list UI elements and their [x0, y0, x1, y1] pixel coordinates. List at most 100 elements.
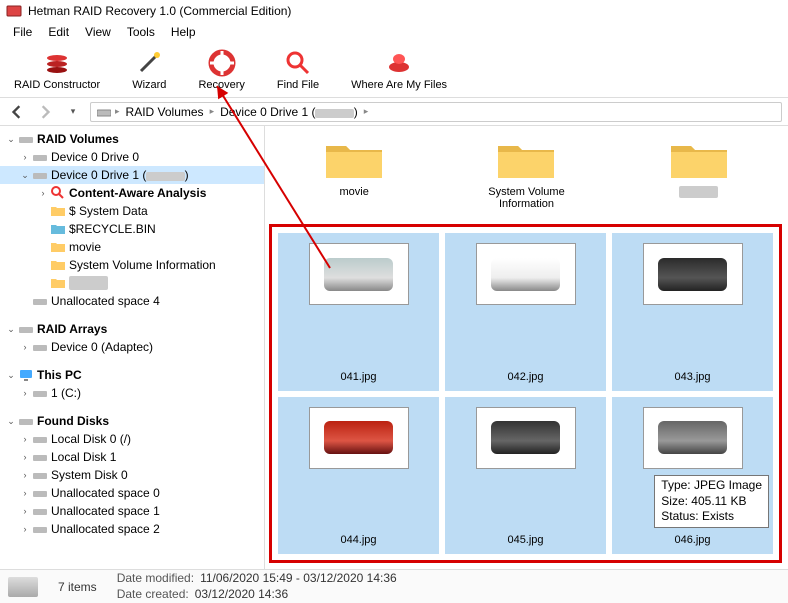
title-bar: Hetman RAID Recovery 1.0 (Commercial Edi… — [0, 0, 788, 22]
main-area: ⌄ RAID Volumes › Device 0 Drive 0 ⌄ Devi… — [0, 126, 788, 569]
chevron-right-icon[interactable]: › — [18, 388, 32, 398]
nav-history-dropdown[interactable]: ▾ — [62, 102, 84, 122]
thumbnail-041[interactable]: 041.jpg — [278, 233, 439, 391]
menu-help[interactable]: Help — [164, 23, 203, 41]
crumb-raid-volumes[interactable]: RAID Volumes — [124, 105, 206, 119]
image-thumbnail — [476, 243, 576, 305]
tree-system-data[interactable]: · $ System Data — [0, 202, 264, 220]
chevron-down-icon[interactable]: ⌄ — [18, 170, 32, 181]
nav-forward-button[interactable] — [34, 102, 56, 122]
tree-uas0[interactable]: ›Unallocated space 0 — [0, 484, 264, 502]
image-thumbnail — [643, 243, 743, 305]
folder-redacted[interactable] — [638, 136, 760, 210]
menu-view[interactable]: View — [78, 23, 118, 41]
tree-ld0[interactable]: › Local Disk 0 (/) — [0, 430, 264, 448]
tree-this-pc[interactable]: ⌄ This PC — [0, 366, 264, 384]
drive-icon — [32, 450, 47, 464]
chevron-right-icon[interactable]: › — [18, 342, 32, 352]
nav-back-button[interactable] — [6, 102, 28, 122]
chevron-right-icon[interactable]: › — [18, 524, 32, 534]
drive-icon — [32, 294, 47, 308]
chevron-right-icon[interactable]: › — [18, 152, 32, 162]
pc-icon — [18, 368, 33, 382]
menu-edit[interactable]: Edit — [41, 23, 76, 41]
crumb-device0drive1[interactable]: Device 0 Drive 1 ( ) — [218, 105, 360, 119]
tree-recycle[interactable]: · $RECYCLE.BIN — [0, 220, 264, 238]
tree-redacted-folder[interactable]: · — [0, 274, 264, 292]
folder-icon — [669, 136, 729, 182]
drive-icon — [32, 432, 47, 446]
chevron-right-icon[interactable]: › — [18, 470, 32, 480]
tree-uas1[interactable]: ›Unallocated space 1 — [0, 502, 264, 520]
tree-label: Found Disks — [37, 414, 109, 428]
tree-found-disks[interactable]: ⌄ Found Disks — [0, 412, 264, 430]
where-are-my-files-button[interactable]: Where Are My Files — [345, 47, 453, 93]
folder-icon — [50, 240, 65, 254]
menu-bar: File Edit View Tools Help — [0, 22, 788, 42]
drive-icon — [32, 340, 47, 354]
status-dates: Date modified:11/06/2020 15:49 - 03/12/2… — [117, 571, 397, 602]
tree-device0-adaptec[interactable]: › Device 0 (Adaptec) — [0, 338, 264, 356]
folder-svi[interactable]: System Volume Information — [465, 136, 587, 210]
wizard-button[interactable]: Wizard — [126, 47, 172, 93]
chevron-down-icon[interactable]: ⌄ — [4, 134, 18, 145]
drive-icon — [18, 414, 33, 428]
thumbnail-label: 044.jpg — [340, 534, 376, 546]
thumbnail-045[interactable]: 045.jpg — [445, 397, 606, 555]
thumbnail-043[interactable]: 043.jpg — [612, 233, 773, 391]
tree-svi[interactable]: · System Volume Information — [0, 256, 264, 274]
drive-icon — [18, 322, 33, 336]
tree-sd0[interactable]: ›System Disk 0 — [0, 466, 264, 484]
tree-pane[interactable]: ⌄ RAID Volumes › Device 0 Drive 0 ⌄ Devi… — [0, 126, 265, 569]
thumbnail-label: 042.jpg — [507, 371, 543, 383]
chevron-right-icon[interactable]: › — [18, 434, 32, 444]
thumbnail-042[interactable]: 042.jpg — [445, 233, 606, 391]
status-drive-icon — [8, 577, 38, 597]
tree-device0drive0[interactable]: › Device 0 Drive 0 — [0, 148, 264, 166]
recovery-button[interactable]: Recovery — [192, 47, 250, 93]
tree-device0drive1[interactable]: ⌄ Device 0 Drive 1 ( ) — [0, 166, 264, 184]
tree-label: Local Disk 0 (/) — [51, 432, 131, 446]
recovery-label: Recovery — [198, 79, 244, 91]
tree-label: Local Disk 1 — [51, 450, 116, 464]
find-file-button[interactable]: Find File — [271, 47, 325, 93]
status-label: Date created: — [117, 587, 189, 603]
tree-raid-volumes[interactable]: ⌄ RAID Volumes — [0, 130, 264, 148]
chevron-down-icon[interactable]: ⌄ — [4, 370, 18, 381]
tree-raid-arrays[interactable]: ⌄ RAID Arrays — [0, 320, 264, 338]
chevron-down-icon[interactable]: ⌄ — [4, 324, 18, 335]
drive-icon — [32, 150, 47, 164]
drive-icon — [32, 486, 47, 500]
menu-tools[interactable]: Tools — [120, 23, 162, 41]
chevron-right-icon[interactable]: › — [36, 188, 50, 198]
raid-constructor-label: RAID Constructor — [14, 79, 100, 91]
chevron-down-icon[interactable]: ⌄ — [4, 416, 18, 427]
chevron-right-icon[interactable]: › — [18, 506, 32, 516]
tree-uas2[interactable]: ›Unallocated space 2 — [0, 520, 264, 538]
chevron-right-icon[interactable]: › — [18, 452, 32, 462]
tree-movie[interactable]: · movie — [0, 238, 264, 256]
thumbnail-046[interactable]: 046.jpg Type: JPEG Image Size: 405.11 KB… — [612, 397, 773, 555]
highlighted-selection: 041.jpg 042.jpg 043.jpg 044.jpg — [269, 224, 782, 563]
chevron-right-icon: ▸ — [364, 106, 369, 117]
thumbnail-label: 043.jpg — [674, 371, 710, 383]
tree-drive-c[interactable]: › 1 (C:) — [0, 384, 264, 402]
folder-movie[interactable]: movie — [293, 136, 415, 210]
drive-icon — [32, 468, 47, 482]
menu-file[interactable]: File — [6, 23, 39, 41]
status-value: 11/06/2020 15:49 - 03/12/2020 14:36 — [200, 571, 397, 587]
tree-content-aware[interactable]: › Content-Aware Analysis — [0, 184, 264, 202]
lifering-icon — [208, 49, 236, 77]
raid-constructor-button[interactable]: RAID Constructor — [8, 47, 106, 93]
chevron-right-icon[interactable]: › — [18, 488, 32, 498]
tree-ld1[interactable]: › Local Disk 1 — [0, 448, 264, 466]
content-pane[interactable]: movie System Volume Information 041.jpg — [265, 126, 788, 569]
folder-icon — [50, 258, 65, 272]
breadcrumb[interactable]: ▸ RAID Volumes ▸ Device 0 Drive 1 ( ) ▸ — [90, 102, 782, 122]
tree-label: RAID Volumes — [37, 132, 119, 146]
image-thumbnail — [309, 243, 409, 305]
status-bar: 7 items Date modified:11/06/2020 15:49 -… — [0, 569, 788, 603]
disks-icon — [43, 49, 71, 77]
thumbnail-044[interactable]: 044.jpg — [278, 397, 439, 555]
tree-unallocated4[interactable]: · Unallocated space 4 — [0, 292, 264, 310]
